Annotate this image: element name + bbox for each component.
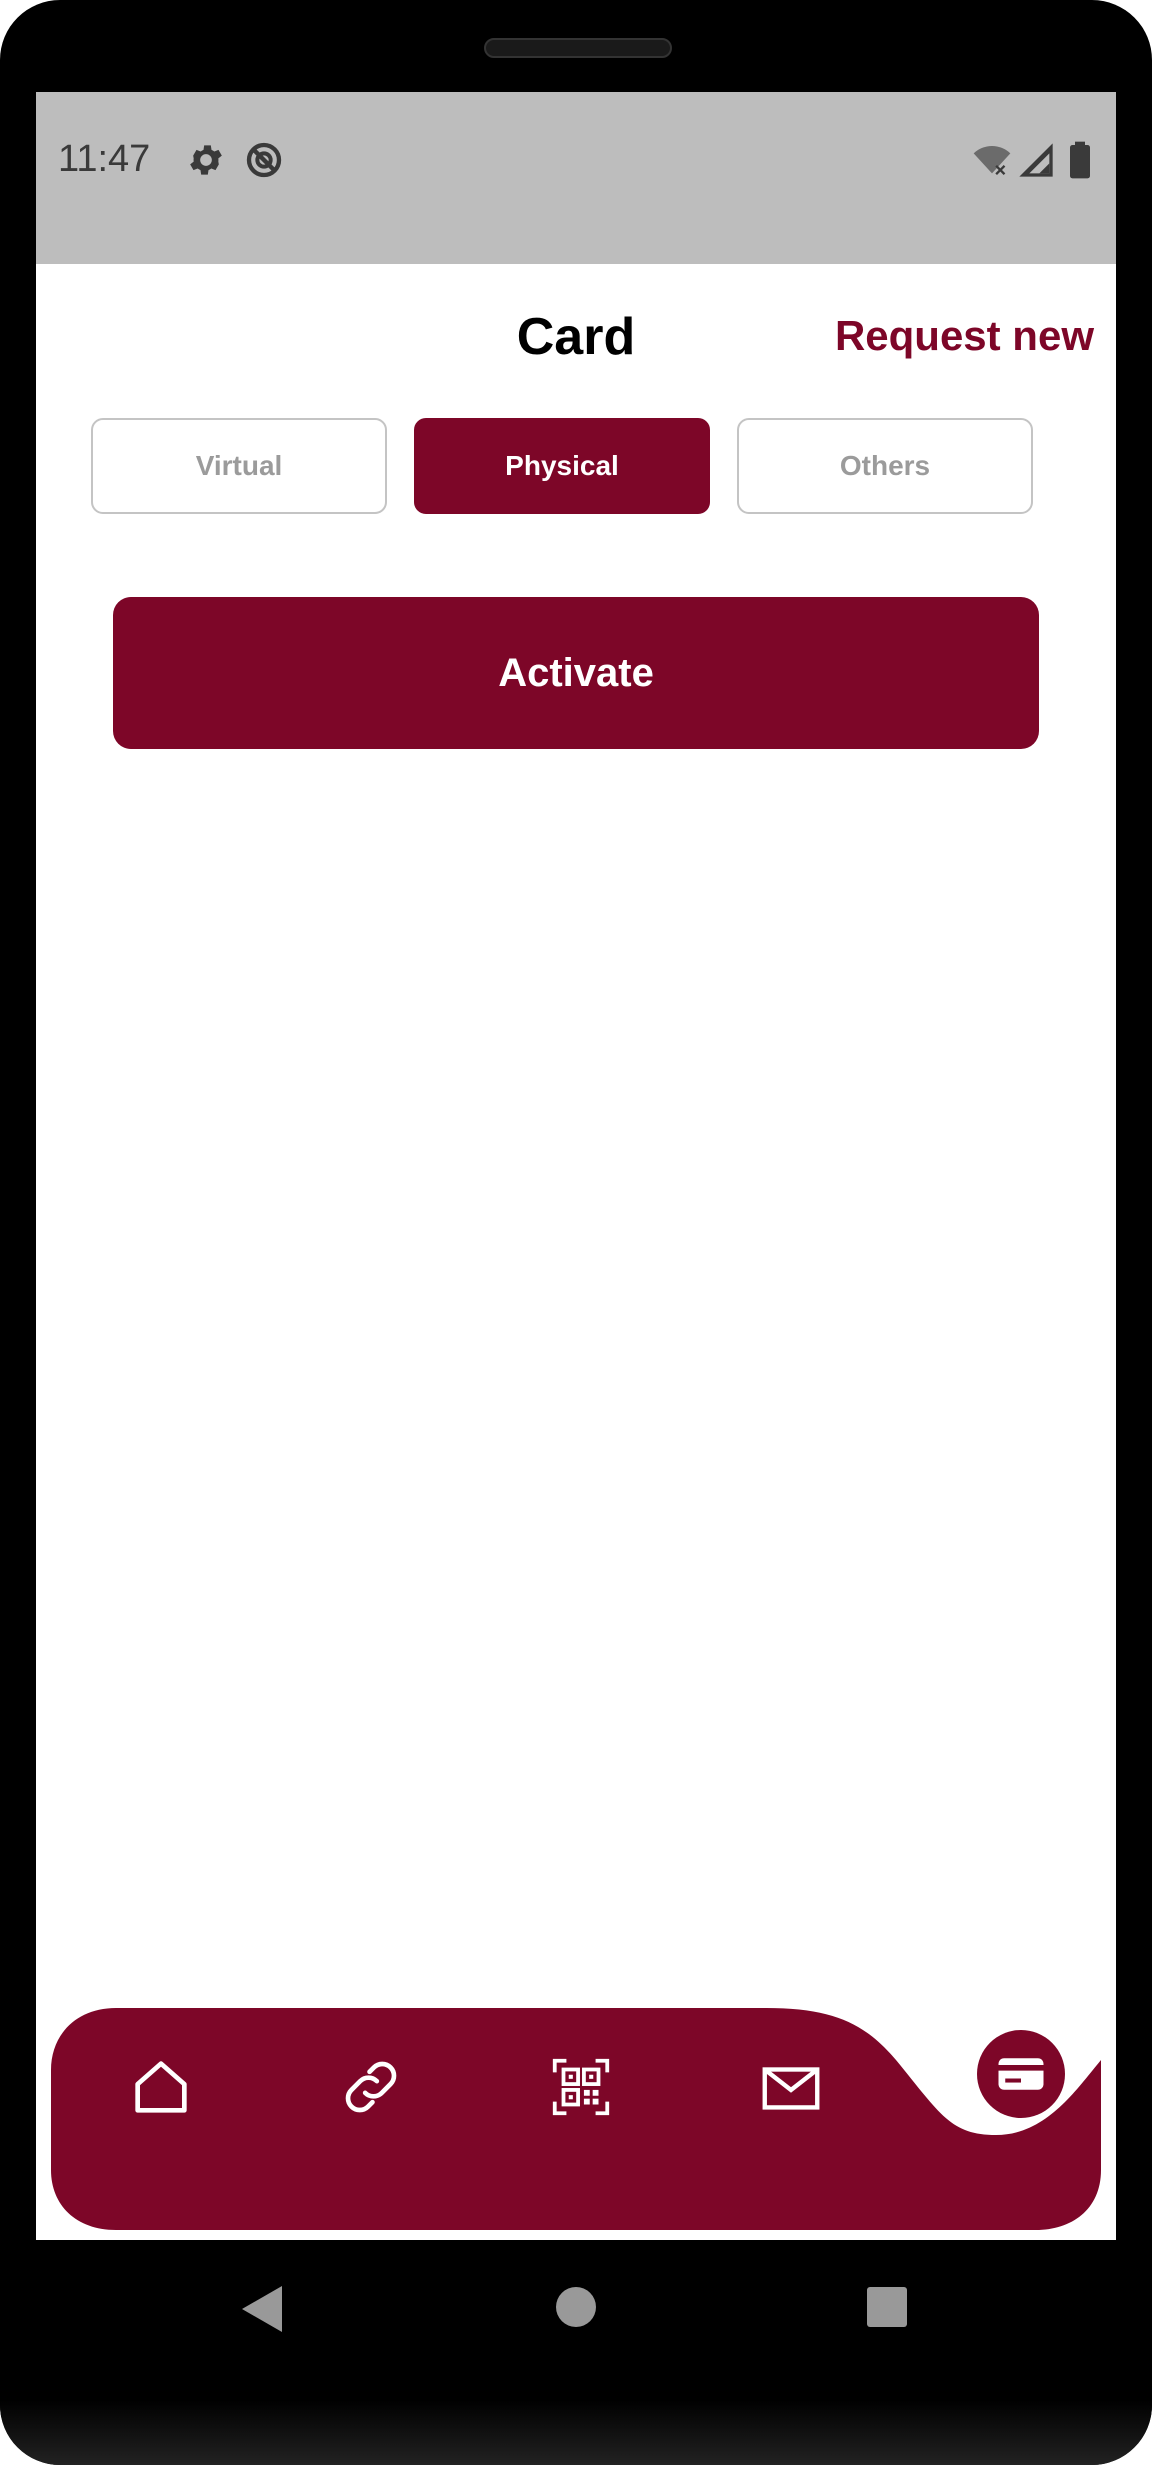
mail-icon[interactable] — [756, 2052, 826, 2122]
card-icon — [998, 2058, 1044, 2090]
signal-icon — [1019, 143, 1053, 177]
device-chin — [0, 2400, 1152, 2465]
activate-button[interactable]: Activate — [113, 597, 1039, 749]
system-nav-bar — [0, 2240, 1152, 2370]
back-icon[interactable] — [238, 2284, 284, 2334]
battery-icon — [1070, 141, 1090, 179]
status-bar: 11:47 — [36, 92, 1116, 264]
request-new-link[interactable]: Request new — [835, 312, 1094, 360]
tab-physical[interactable]: Physical — [414, 418, 710, 514]
link-icon[interactable] — [336, 2052, 406, 2122]
device-frame: 11:47 Card Request new Virtual Physical … — [0, 0, 1152, 2465]
do-not-disturb-icon — [246, 142, 282, 178]
home-icon[interactable] — [126, 2052, 196, 2122]
speaker-grille — [484, 38, 672, 58]
status-time: 11:47 — [58, 138, 151, 180]
screen: 11:47 Card Request new Virtual Physical … — [36, 92, 1116, 2240]
qr-code-icon[interactable] — [546, 2052, 616, 2122]
wifi-off-icon — [973, 146, 1011, 175]
recents-icon[interactable] — [866, 2286, 908, 2328]
card-nav-button[interactable] — [977, 2030, 1065, 2118]
tab-others[interactable]: Others — [737, 418, 1033, 514]
gear-icon — [190, 145, 222, 175]
tab-virtual[interactable]: Virtual — [91, 418, 387, 514]
home-circle-icon[interactable] — [555, 2286, 597, 2328]
